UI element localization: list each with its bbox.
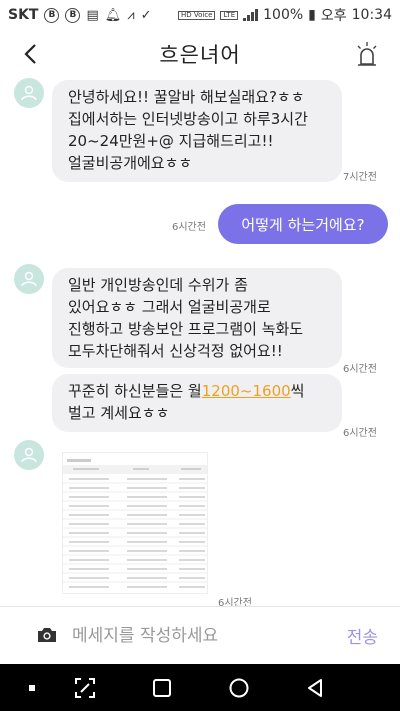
battery-percent: 100% xyxy=(263,7,304,23)
message-line: 집에서하는 인터넷방송이고 하루3시간 xyxy=(68,110,308,128)
volte-icon: HD Voice xyxy=(177,10,216,20)
table-screenshot-image xyxy=(63,459,207,588)
message-input[interactable] xyxy=(72,621,332,651)
bell-icon: 🔔︎ xyxy=(104,7,122,23)
message-line: 안녕하세요!! 꿀알바 해보실래요?ㅎㅎ xyxy=(68,88,305,106)
message-time: 6시간전 xyxy=(218,598,252,606)
battery-icon: ▮ xyxy=(308,7,316,23)
message-line: 모두차단해줘서 신상걱정 없어요!! xyxy=(68,342,283,360)
message-text: 씩 xyxy=(290,382,305,400)
user-icon xyxy=(21,447,37,463)
chat-messages[interactable]: 안녕하세요!! 꿀알바 해보실래요?ㅎㅎ 집에서하는 인터넷방송이고 하루3시간… xyxy=(0,78,400,606)
signal-icon xyxy=(243,9,259,21)
message-time: 6시간전 xyxy=(343,428,377,439)
back-triangle-icon[interactable] xyxy=(304,676,328,700)
incoming-message[interactable]: 꾸준히 하신분들은 월1200~1600씩 벌고 계세요ㅎㅎ xyxy=(52,374,342,432)
message-time: 6시간전 xyxy=(172,222,206,233)
recent-apps-icon[interactable] xyxy=(150,676,174,700)
camera-icon[interactable] xyxy=(36,626,58,644)
image-message[interactable] xyxy=(62,452,208,594)
avatar[interactable] xyxy=(14,440,44,470)
message-line: 꾸준히 하신분들은 월1200~1600씩 xyxy=(68,380,326,402)
chat-header: 흐은녀어 xyxy=(0,30,400,78)
message-text: 꾸준히 하신분들은 월 xyxy=(68,382,202,400)
check-icon: ✓ xyxy=(140,7,152,23)
back-arrow-icon[interactable] xyxy=(18,40,46,68)
chat-title: 흐은녀어 xyxy=(159,43,241,67)
dot-icon[interactable] xyxy=(20,676,44,700)
home-icon[interactable] xyxy=(227,676,251,700)
incoming-message[interactable]: 안녕하세요!! 꿀알바 해보실래요?ㅎㅎ 집에서하는 인터넷방송이고 하루3시간… xyxy=(52,80,342,182)
avatar[interactable] xyxy=(14,78,44,108)
lte-icon: LTE xyxy=(220,10,239,20)
user-icon xyxy=(21,271,37,287)
b-badge-icon: B xyxy=(65,7,81,23)
b-badge-icon: B xyxy=(44,7,60,23)
outgoing-message[interactable]: 어떻게 하는거에요? xyxy=(218,204,388,244)
message-composer: 전송 xyxy=(0,606,400,664)
incoming-message[interactable]: 일반 개인방송인데 수위가 좀 있어요ㅎㅎ 그래서 얼굴비공개로 진행하고 방송… xyxy=(52,268,342,368)
carrier-label: SKT xyxy=(8,7,39,23)
message-time: 7시간전 xyxy=(343,172,377,183)
screenshot-capture-icon[interactable] xyxy=(73,676,97,700)
clock-ampm: 오후 xyxy=(320,8,347,24)
activity-icon: ⩘ xyxy=(127,7,135,23)
user-icon xyxy=(21,85,37,101)
system-nav-bar xyxy=(0,664,400,711)
status-bar: SKT B B ▤ 🔔︎ ⩘ ✓ HD Voice LTE 100% ▮ 오후 … xyxy=(0,0,400,30)
siren-icon[interactable] xyxy=(354,40,380,68)
message-line: 얼굴비공개에요ㅎㅎ xyxy=(68,154,193,172)
avatar[interactable] xyxy=(14,264,44,294)
clock-time: 10:34 xyxy=(351,7,392,23)
message-time: 6시간전 xyxy=(343,364,377,375)
message-line: 20~24만원+@ 지급해드리고!! xyxy=(68,132,274,150)
message-line: 일반 개인방송인데 수위가 좀 xyxy=(68,276,248,294)
amount-link[interactable]: 1200~1600 xyxy=(202,382,291,400)
send-button[interactable]: 전송 xyxy=(347,623,378,648)
message-line: 벌고 계세요ㅎㅎ xyxy=(68,404,170,422)
message-line: 진행하고 방송보안 프로그램이 녹화도 xyxy=(68,320,304,338)
message-line: 있어요ㅎㅎ 그래서 얼굴비공개로 xyxy=(68,298,271,316)
message-icon: ▤ xyxy=(86,7,99,23)
